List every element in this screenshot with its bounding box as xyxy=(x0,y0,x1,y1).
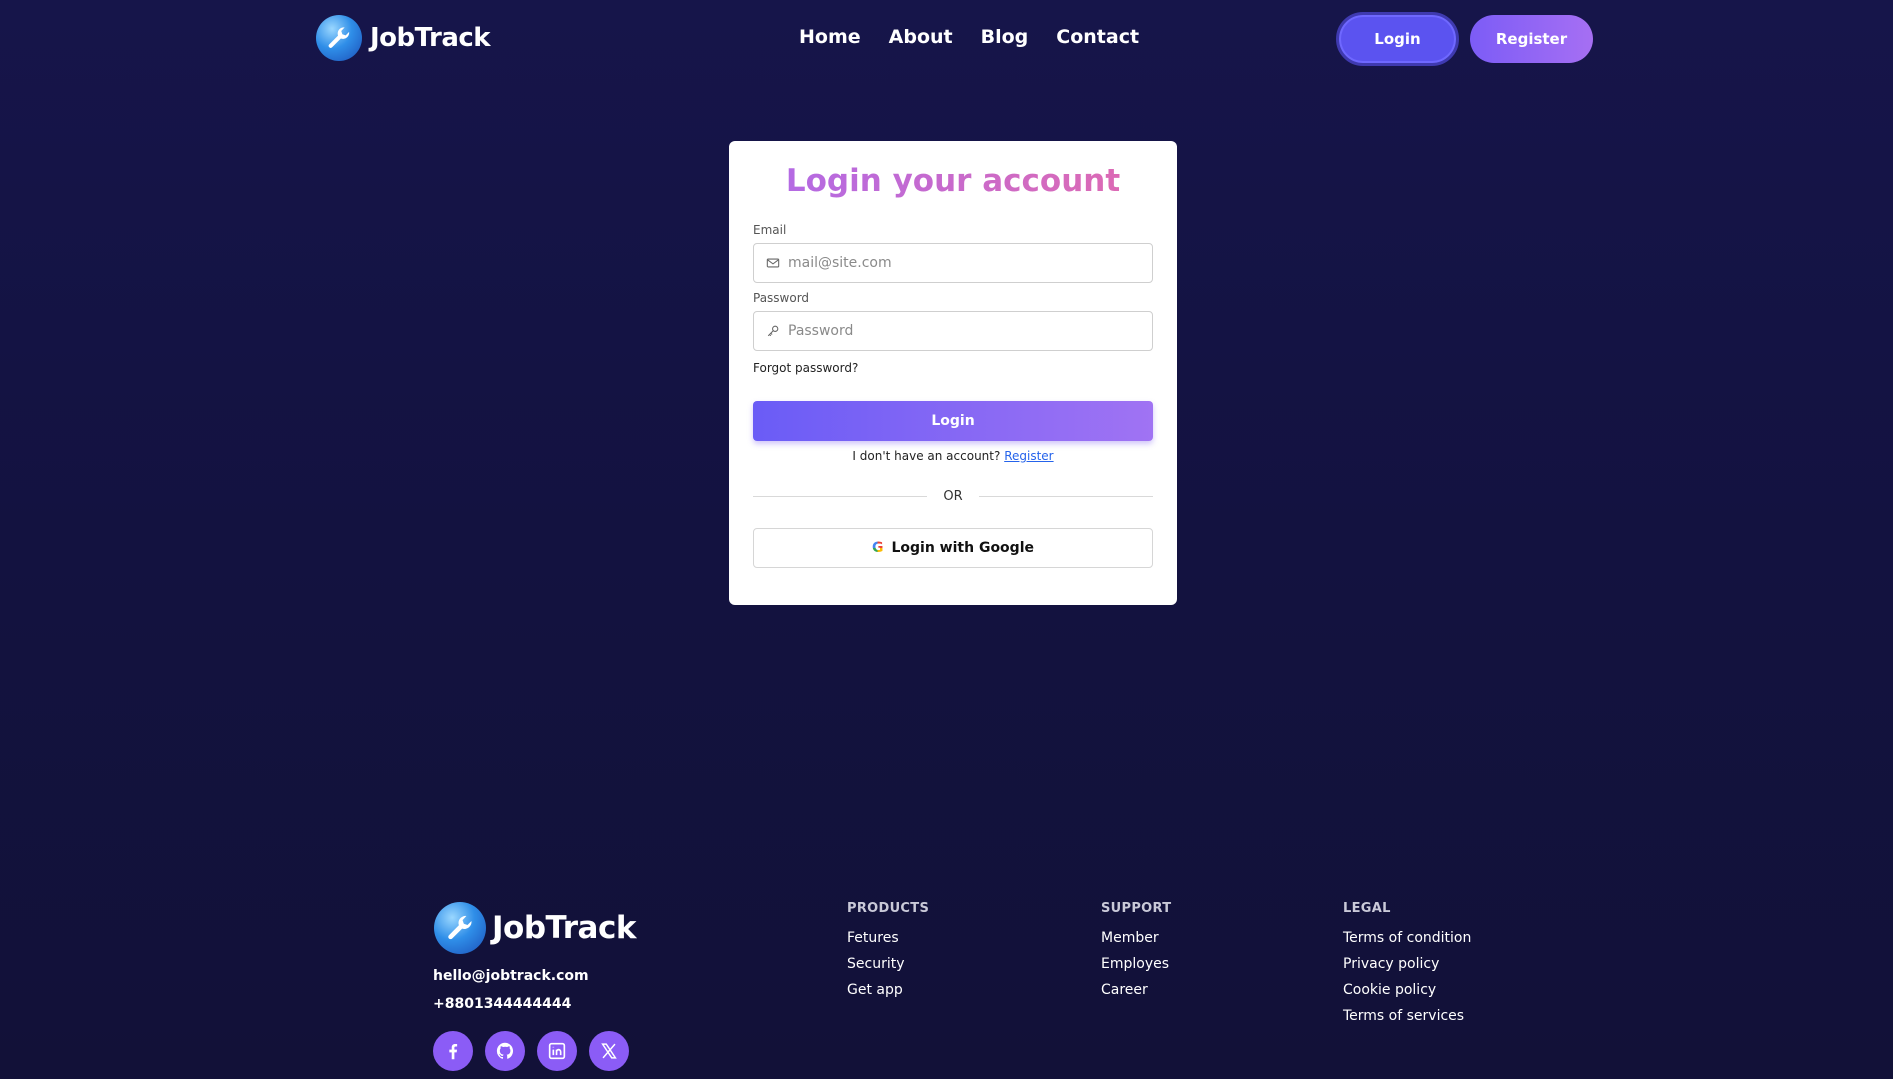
footer-col-products: PRODUCTS Fetures Security Get app xyxy=(847,901,929,1008)
footer-link-employes[interactable]: Employes xyxy=(1101,956,1171,972)
footer-heading-support: SUPPORT xyxy=(1101,901,1172,916)
email-label: Email xyxy=(753,223,787,237)
divider-line-left xyxy=(753,496,928,497)
key-icon xyxy=(767,325,779,337)
github-icon[interactable] xyxy=(485,1031,525,1071)
footer-link-career[interactable]: Career xyxy=(1101,982,1171,998)
footer-link-get-app[interactable]: Get app xyxy=(847,982,929,998)
mail-icon xyxy=(766,258,780,268)
brand-logo[interactable]: JobTrack xyxy=(316,15,491,61)
footer-link-terms-of-services[interactable]: Terms of services xyxy=(1343,1008,1471,1024)
footer-heading-legal: LEGAL xyxy=(1343,901,1391,916)
footer-brand[interactable]: JobTrack xyxy=(434,902,636,954)
footer-link-member[interactable]: Member xyxy=(1101,930,1171,946)
google-login-button[interactable]: G Login with Google xyxy=(753,528,1153,568)
footer-phone[interactable]: +8801344444444 xyxy=(433,996,571,1012)
x-icon[interactable] xyxy=(589,1031,629,1071)
nav-link-blog[interactable]: Blog xyxy=(981,26,1029,48)
email-field-wrapper xyxy=(753,243,1153,283)
or-text: OR xyxy=(943,489,963,504)
divider-line-right xyxy=(978,496,1154,497)
navbar: JobTrack Home About Blog Contact Login R… xyxy=(0,0,1893,78)
login-title: Login your account xyxy=(753,163,1153,199)
wrench-logo-icon xyxy=(434,902,486,954)
facebook-icon[interactable] xyxy=(433,1031,473,1071)
google-login-label: Login with Google xyxy=(891,540,1034,556)
linkedin-icon[interactable] xyxy=(537,1031,577,1071)
nav-register-button[interactable]: Register xyxy=(1470,15,1593,63)
google-icon: G xyxy=(871,540,884,556)
footer-link-security[interactable]: Security xyxy=(847,956,929,972)
footer-link-cookie-policy[interactable]: Cookie policy xyxy=(1343,982,1471,998)
nav-link-home[interactable]: Home xyxy=(799,26,861,48)
nav-link-about[interactable]: About xyxy=(889,26,953,48)
or-divider: OR xyxy=(753,489,1154,504)
footer-link-features[interactable]: Fetures xyxy=(847,930,929,946)
password-label: Password xyxy=(753,291,810,305)
no-account-row: I don't have an account? Register xyxy=(753,449,1153,463)
footer-brand-name: JobTrack xyxy=(492,910,636,946)
brand-name: JobTrack xyxy=(370,23,491,53)
register-link[interactable]: Register xyxy=(1004,449,1053,463)
forgot-password-link[interactable]: Forgot password? xyxy=(753,361,1153,375)
footer-email[interactable]: hello@jobtrack.com xyxy=(433,968,589,984)
footer-heading-products: PRODUCTS xyxy=(847,901,930,916)
email-field[interactable] xyxy=(788,255,1140,271)
login-button[interactable]: Login xyxy=(753,401,1153,441)
nav-link-contact[interactable]: Contact xyxy=(1056,26,1139,48)
login-card: Login your account Email Password Forgot… xyxy=(729,141,1177,605)
main-nav: Home About Blog Contact xyxy=(799,26,1139,48)
password-field-wrapper xyxy=(753,311,1153,351)
password-field[interactable] xyxy=(788,323,1140,339)
footer-col-legal: LEGAL Terms of condition Privacy policy … xyxy=(1343,901,1471,1034)
no-account-text: I don't have an account? xyxy=(852,449,1001,463)
nav-login-button[interactable]: Login xyxy=(1336,12,1459,66)
wrench-logo-icon xyxy=(316,15,362,61)
social-links xyxy=(433,1031,629,1071)
footer-link-terms-of-condition[interactable]: Terms of condition xyxy=(1343,930,1471,946)
footer-link-privacy-policy[interactable]: Privacy policy xyxy=(1343,956,1471,972)
footer-col-support: SUPPORT Member Employes Career xyxy=(1101,901,1171,1008)
